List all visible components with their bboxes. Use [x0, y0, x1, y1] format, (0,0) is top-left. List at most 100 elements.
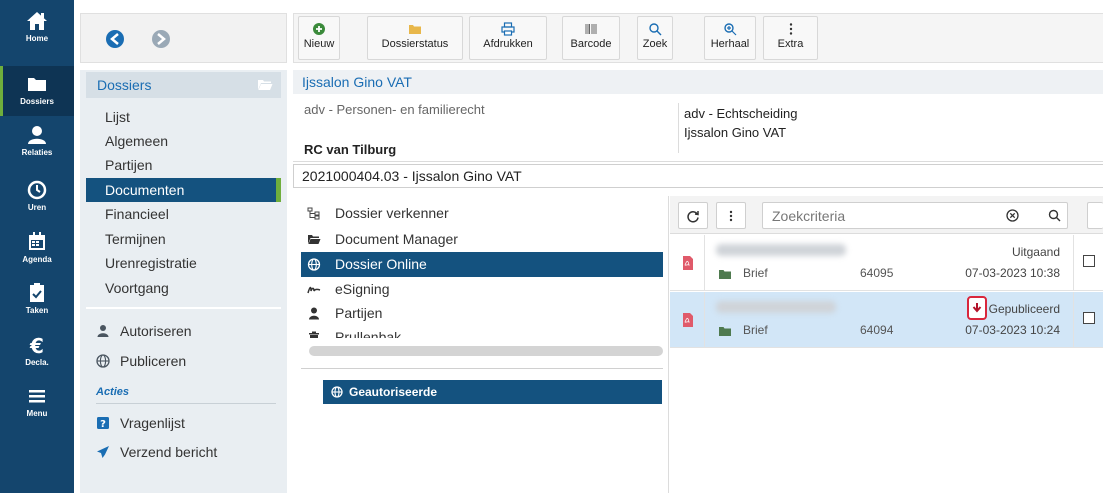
sidebar-item-urenregistratie[interactable]: Urenregistratie: [86, 251, 281, 275]
rail-label: Taken: [25, 306, 49, 315]
tree-item-label: Dossier Online: [335, 256, 427, 272]
main-nav-rail: Home Dossiers Relaties Uren Agenda Taken…: [0, 0, 74, 493]
tree-scrollbar[interactable]: [309, 346, 663, 356]
tree-item-document-manager[interactable]: Document Manager: [301, 227, 663, 252]
column-divider: [1073, 235, 1074, 291]
person-icon: [28, 126, 46, 144]
client-name: Ijssalon Gino VAT: [684, 125, 787, 140]
document-row[interactable]: Brief 64094 Gepubliceerd 07-03-2023 10:2…: [670, 292, 1103, 348]
send-message-action[interactable]: Verzend bericht: [86, 439, 281, 465]
document-type: Brief: [743, 266, 768, 280]
rail-item-dossiers[interactable]: Dossiers: [0, 66, 74, 116]
document-list-toolbar: [670, 196, 1103, 234]
barcode-label: Barcode: [570, 38, 612, 50]
folder-icon: [28, 78, 46, 91]
rail-label: Menu: [26, 409, 48, 418]
rail-item-taken[interactable]: Taken: [0, 275, 74, 325]
rail-label: Agenda: [22, 255, 52, 264]
sidebar-item-lijst[interactable]: Lijst: [86, 105, 281, 129]
authorized-section-header[interactable]: Geautoriseerde: [323, 380, 662, 404]
info-divider: [678, 103, 679, 153]
tree-item-label: Dossier verkenner: [335, 205, 449, 221]
more-vertical-icon: [789, 23, 792, 35]
document-tree: Dossier verkenner Document Manager Dossi…: [293, 196, 669, 493]
document-row[interactable]: Brief 64095 Uitgaand 07-03-2023 10:38: [670, 235, 1103, 291]
questionnaire-label: Vragenlijst: [120, 415, 185, 431]
authorize-action[interactable]: Autoriseren: [86, 318, 281, 344]
search-icon[interactable]: [1048, 209, 1061, 222]
search-input[interactable]: [762, 202, 1068, 229]
tree-item-dossier-verkenner[interactable]: Dossier verkenner: [301, 201, 663, 226]
search-label: Zoek: [642, 38, 668, 50]
more-vertical-icon: [729, 210, 733, 221]
search-button[interactable]: Zoek: [637, 16, 673, 60]
publish-label: Publiceren: [120, 353, 187, 369]
person-icon: [97, 325, 109, 337]
pdf-file-icon: [683, 313, 693, 327]
calendar-icon: [29, 232, 45, 250]
extra-label: Extra: [777, 38, 804, 50]
globe-icon: [96, 354, 110, 368]
dossier-number: 2021000404.03 - Ijssalon Gino VAT: [293, 164, 1103, 188]
globe-icon: [331, 386, 343, 398]
rail-label: Decla.: [25, 358, 49, 367]
signature-icon: [307, 286, 321, 294]
case-type: adv - Echtscheiding: [684, 106, 798, 121]
hamburger-icon: [29, 390, 45, 403]
dossier-info: adv - Personen- en familierecht RC van T…: [293, 94, 1103, 162]
sidebar-item-documenten[interactable]: Documenten: [86, 178, 281, 202]
sidebar-item-voortgang[interactable]: Voortgang: [86, 276, 281, 300]
dossierstatus-button[interactable]: Dossierstatus: [367, 16, 463, 60]
rail-label: Relaties: [21, 148, 53, 157]
extra-filter-button[interactable]: [1087, 202, 1103, 229]
list-options-button[interactable]: [716, 202, 746, 229]
plus-circle-icon: [313, 23, 325, 35]
sidebar-item-financieel[interactable]: Financieel: [86, 202, 281, 226]
clear-search-icon[interactable]: [1006, 209, 1019, 222]
back-arrow-icon[interactable]: [101, 25, 129, 53]
sidebar-item-partijen[interactable]: Partijen: [86, 153, 281, 177]
sidebar-item-termijnen[interactable]: Termijnen: [86, 227, 281, 251]
questionnaire-action[interactable]: ? Vragenlijst: [86, 410, 281, 436]
rail-item-home[interactable]: Home: [0, 3, 74, 53]
svg-text:?: ?: [100, 419, 106, 430]
extra-button[interactable]: Extra: [763, 16, 818, 60]
tree-item-label: Document Manager: [335, 231, 458, 247]
barcode-button[interactable]: Barcode: [562, 16, 620, 60]
redacted-subject: [716, 244, 846, 256]
refresh-button[interactable]: [678, 202, 708, 229]
case-handler: RC van Tilburg: [304, 142, 397, 157]
tree-item-partijen[interactable]: Partijen: [301, 301, 663, 326]
sidebar-item-algemeen[interactable]: Algemeen: [86, 129, 281, 153]
published-marker[interactable]: [967, 296, 987, 320]
document-date: 07-03-2023 10:38: [965, 266, 1060, 280]
print-button[interactable]: Afdrukken: [469, 16, 547, 60]
tree-clip: [301, 338, 663, 344]
document-status: Gepubliceerd: [988, 302, 1060, 316]
row-checkbox[interactable]: [1083, 312, 1095, 324]
repeat-search-button[interactable]: Herhaal: [704, 16, 756, 60]
person-icon: [309, 307, 319, 320]
publish-action[interactable]: Publiceren: [86, 348, 281, 374]
tree-item-dossier-online[interactable]: Dossier Online: [301, 252, 663, 277]
clipboard-icon: [30, 283, 44, 302]
rail-item-agenda[interactable]: Agenda: [0, 224, 74, 274]
zoom-plus-icon: [724, 23, 737, 36]
sidebar-header[interactable]: Dossiers: [86, 72, 281, 98]
rail-item-uren[interactable]: Uren: [0, 172, 74, 222]
forward-arrow-icon[interactable]: [147, 25, 175, 53]
dossierstatus-label: Dossierstatus: [381, 38, 449, 50]
paper-plane-icon: [97, 446, 109, 458]
euro-icon: €: [29, 334, 44, 357]
authorized-label: Geautoriseerde: [349, 385, 438, 399]
rail-item-decla[interactable]: € Decla.: [0, 327, 74, 377]
row-checkbox[interactable]: [1083, 255, 1095, 267]
authorize-label: Autoriseren: [120, 323, 192, 339]
new-button[interactable]: Nieuw: [298, 16, 340, 60]
refresh-icon: [687, 210, 699, 222]
rail-item-relaties[interactable]: Relaties: [0, 117, 74, 167]
rail-item-menu[interactable]: Menu: [0, 378, 74, 428]
document-number: 64094: [860, 323, 894, 337]
tree-item-esigning[interactable]: eSigning: [301, 277, 663, 302]
column-divider: [1073, 292, 1074, 348]
